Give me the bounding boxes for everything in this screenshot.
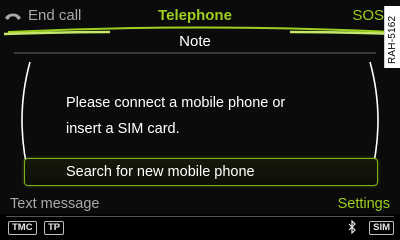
search-phone-label: Search for new mobile phone [66, 164, 255, 180]
tmc-badge: TMC [8, 221, 37, 235]
bluetooth-icon [348, 220, 356, 234]
note-message: Please connect a mobile phone or insert … [66, 90, 366, 142]
search-phone-button[interactable]: Search for new mobile phone [24, 158, 378, 186]
settings-button[interactable]: Settings [338, 196, 390, 212]
tp-badge: TP [44, 221, 65, 235]
reference-code: RAH-5162 [384, 6, 400, 68]
status-divider [6, 216, 394, 217]
reference-code-text: RAH-5162 [387, 15, 398, 64]
note-message-line-2: insert a SIM card. [66, 121, 180, 137]
status-bar: TMC TP SIM [0, 214, 400, 240]
note-message-line-1: Please connect a mobile phone or [66, 95, 286, 111]
sim-badge: SIM [369, 221, 394, 235]
text-message-button[interactable]: Text message [10, 196, 99, 212]
telephone-screen: End call Telephone SOS Note Please conne… [0, 0, 400, 240]
